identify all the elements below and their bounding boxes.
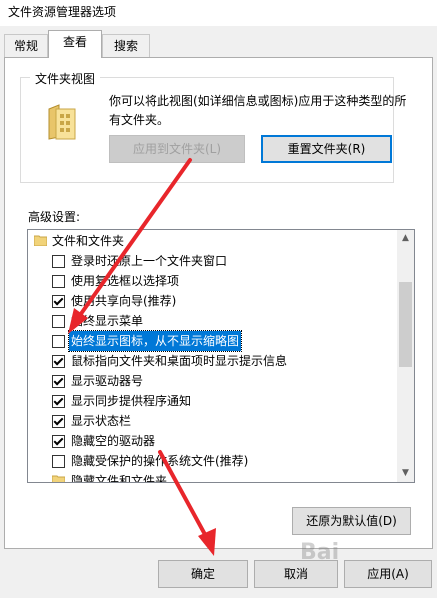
checkbox[interactable] (52, 375, 65, 388)
setting-hide-protected-os-files[interactable]: 隐藏受保护的操作系统文件(推荐) (28, 451, 397, 471)
title-bar: 文件资源管理器选项 (0, 0, 437, 26)
scroll-down-arrow-icon[interactable]: ▼ (397, 465, 414, 482)
tree-folder-hidden-files[interactable]: 隐藏文件和文件夹 (28, 471, 397, 483)
tree-scrollbar[interactable]: ▲ ▼ (397, 230, 414, 482)
checkbox[interactable] (52, 335, 65, 348)
setting-always-show-menus[interactable]: 始终显示菜单 (28, 311, 397, 331)
setting-label: 登录时还原上一个文件夹窗口 (71, 254, 228, 268)
checkbox[interactable] (52, 455, 65, 468)
setting-restore-windows[interactable]: 登录时还原上一个文件夹窗口 (28, 251, 397, 271)
setting-hide-empty-drives[interactable]: 隐藏空的驱动器 (28, 431, 397, 451)
tree-item-label: 文件和文件夹 (52, 234, 125, 248)
apply-button[interactable]: 应用(A) (344, 560, 432, 588)
reset-folders-button[interactable]: 重置文件夹(R) (261, 135, 392, 163)
watermark-text: Bai (300, 540, 340, 565)
setting-sync-provider-notifications[interactable]: 显示同步提供程序通知 (28, 391, 397, 411)
advanced-settings-label: 高级设置: (28, 210, 81, 224)
setting-label: 显示驱动器号 (71, 374, 144, 388)
apply-to-folders-button[interactable]: 应用到文件夹(L) (109, 135, 245, 163)
checkbox[interactable] (52, 395, 65, 408)
window-title: 文件资源管理器选项 (8, 5, 117, 19)
setting-label: 显示同步提供程序通知 (71, 394, 192, 408)
setting-label: 使用复选框以选择项 (71, 274, 180, 288)
checkbox[interactable] (52, 415, 65, 428)
folder-icon (34, 235, 47, 246)
setting-always-show-icons[interactable]: 始终显示图标，从不显示缩略图 (28, 330, 397, 352)
tree-item-label: 隐藏文件和文件夹 (71, 474, 168, 483)
folder-view-icon (48, 104, 76, 140)
checkbox[interactable] (52, 275, 65, 288)
setting-show-drive-letters[interactable]: 显示驱动器号 (28, 371, 397, 391)
setting-label: 鼠标指向文件夹和桌面项时显示提示信息 (71, 354, 288, 368)
tab-strip: 常规 查看 搜索 (0, 30, 437, 58)
checkbox[interactable] (52, 435, 65, 448)
checkbox[interactable] (52, 355, 65, 368)
setting-show-status-bar[interactable]: 显示状态栏 (28, 411, 397, 431)
checkbox[interactable] (52, 315, 65, 328)
folder-view-legend: 文件夹视图 (30, 70, 101, 87)
tab-general[interactable]: 常规 (4, 34, 48, 57)
setting-label: 始终显示菜单 (71, 314, 144, 328)
checkbox[interactable] (52, 255, 65, 268)
setting-label: 使用共享向导(推荐) (71, 294, 177, 308)
setting-use-checkboxes[interactable]: 使用复选框以选择项 (28, 271, 397, 291)
setting-label: 隐藏受保护的操作系统文件(推荐) (71, 454, 249, 468)
scroll-thumb[interactable] (399, 282, 412, 367)
setting-sharing-wizard[interactable]: 使用共享向导(推荐) (28, 291, 397, 311)
restore-defaults-button[interactable]: 还原为默认值(D) (292, 507, 411, 535)
advanced-settings-tree[interactable]: 文件和文件夹 登录时还原上一个文件夹窗口 使用复选框以选择项 使用共享向导(推荐… (27, 229, 415, 483)
setting-label: 显示状态栏 (71, 414, 132, 428)
setting-label-selected: 始终显示图标，从不显示缩略图 (67, 330, 243, 352)
setting-show-pop-up-description[interactable]: 鼠标指向文件夹和桌面项时显示提示信息 (28, 351, 397, 371)
folder-icon (52, 475, 65, 482)
ok-button[interactable]: 确定 (158, 560, 248, 588)
tree-folder-files-and-folders[interactable]: 文件和文件夹 (28, 231, 397, 251)
checkbox[interactable] (52, 295, 65, 308)
folder-view-description: 你可以将此视图(如详细信息或图标)应用于这种类型的所有文件夹。 (109, 94, 407, 127)
tab-view[interactable]: 查看 (48, 30, 102, 58)
scroll-up-arrow-icon[interactable]: ▲ (397, 230, 414, 247)
tab-search[interactable]: 搜索 (102, 34, 150, 57)
setting-label: 隐藏空的驱动器 (71, 434, 156, 448)
